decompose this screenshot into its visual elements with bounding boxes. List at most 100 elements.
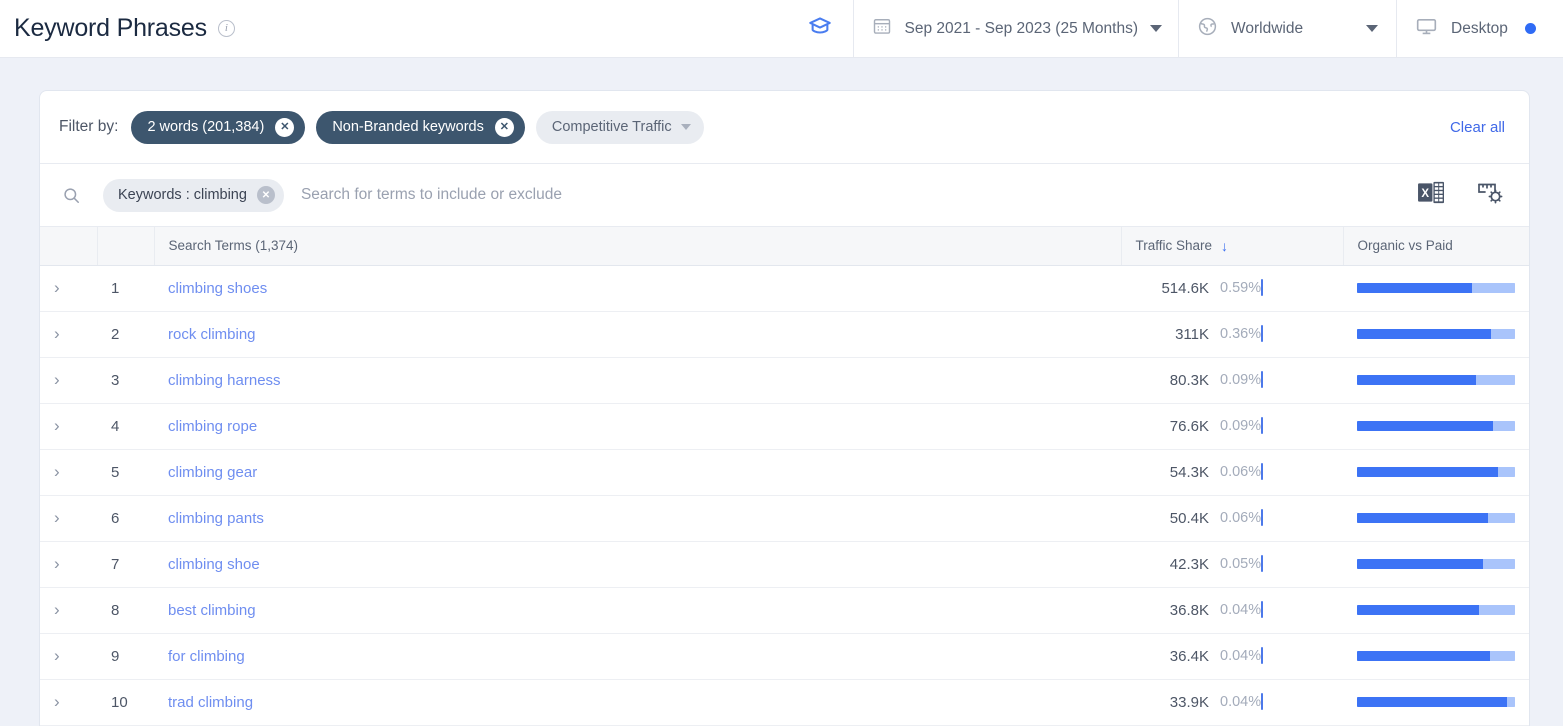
row-organic-vs-paid <box>1343 357 1529 404</box>
organic-vs-paid-bar <box>1357 605 1515 615</box>
table-row[interactable]: › 4 climbing rope 76.6K 0.09% <box>40 403 1529 450</box>
row-rank: 8 <box>97 587 154 634</box>
chevron-right-icon: › <box>54 324 60 343</box>
chevron-right-icon: › <box>54 416 60 435</box>
chevron-right-icon: › <box>54 600 60 619</box>
table-row[interactable]: › 2 rock climbing 311K 0.36% <box>40 311 1529 358</box>
table-settings-icon[interactable] <box>1477 180 1505 211</box>
chevron-down-icon <box>680 124 691 130</box>
excel-export-icon[interactable]: X <box>1418 180 1445 210</box>
expand-row-button[interactable]: › <box>40 587 97 634</box>
row-search-term[interactable]: climbing pants <box>154 495 1121 542</box>
desktop-icon <box>1415 15 1438 43</box>
organic-vs-paid-bar <box>1357 697 1515 707</box>
expand-row-button[interactable]: › <box>40 265 97 312</box>
info-icon[interactable]: i <box>217 20 235 37</box>
calendar-icon <box>872 16 892 41</box>
row-rank: 6 <box>97 495 154 542</box>
row-traffic-share: 42.3K 0.05% <box>1121 541 1343 588</box>
table-row[interactable]: › 6 climbing pants 50.4K 0.06% <box>40 495 1529 542</box>
close-icon[interactable]: ✕ <box>275 117 295 137</box>
search-term-link[interactable]: trad climbing <box>168 694 253 711</box>
geo-selector[interactable]: Worldwide <box>1178 0 1396 57</box>
filter-chip-word-count[interactable]: 2 words (201,384) ✕ <box>131 110 306 144</box>
row-traffic-share: 36.4K 0.04% <box>1121 633 1343 680</box>
row-traffic-share-pct: 0.04% <box>1220 602 1262 619</box>
table-row[interactable]: › 10 trad climbing 33.9K 0.04% <box>40 679 1529 726</box>
row-traffic-share: 33.9K 0.04% <box>1121 679 1343 726</box>
table-body: › 1 climbing shoes 514.6K 0.59% › 2 rock climbi… <box>40 265 1529 726</box>
filter-by-label: Filter by: <box>59 118 119 135</box>
row-traffic-share: 76.6K 0.09% <box>1121 403 1343 450</box>
search-term-link[interactable]: climbing shoes <box>168 280 267 297</box>
expand-row-button[interactable]: › <box>40 633 97 680</box>
table-row[interactable]: › 1 climbing shoes 514.6K 0.59% <box>40 265 1529 312</box>
organic-vs-paid-bar <box>1357 513 1515 523</box>
table-row[interactable]: › 5 climbing gear 54.3K 0.06% <box>40 449 1529 496</box>
row-search-term[interactable]: climbing harness <box>154 357 1121 404</box>
filter-chip-non-branded[interactable]: Non-Branded keywords ✕ <box>316 110 525 144</box>
close-icon[interactable]: ✕ <box>494 117 514 137</box>
content-card: Filter by: 2 words (201,384) ✕ Non-Brand… <box>40 91 1529 726</box>
geo-label: Worldwide <box>1231 19 1304 37</box>
row-search-term[interactable]: climbing rope <box>154 403 1121 450</box>
row-traffic-share-pct: 0.05% <box>1220 556 1262 573</box>
row-traffic-volume: 33.9K <box>1169 693 1209 711</box>
chevron-right-icon: › <box>54 646 60 665</box>
filter-chip-label: Non-Branded keywords <box>332 119 484 135</box>
device-selector[interactable]: Desktop <box>1396 0 1563 57</box>
row-traffic-share-pct: 0.09% <box>1220 418 1262 435</box>
search-term-link[interactable]: best climbing <box>168 602 256 619</box>
row-search-term[interactable]: climbing shoe <box>154 541 1121 588</box>
expand-row-button[interactable]: › <box>40 495 97 542</box>
row-traffic-volume: 42.3K <box>1169 555 1209 573</box>
row-traffic-share: 50.4K 0.06% <box>1121 495 1343 542</box>
expand-row-button[interactable]: › <box>40 541 97 588</box>
row-search-term[interactable]: best climbing <box>154 587 1121 634</box>
search-term-link[interactable]: climbing pants <box>168 510 264 527</box>
row-search-term[interactable]: climbing gear <box>154 449 1121 496</box>
table-row[interactable]: › 8 best climbing 36.8K 0.04% <box>40 587 1529 634</box>
academy-button[interactable] <box>787 0 853 57</box>
expand-row-button[interactable]: › <box>40 449 97 496</box>
row-rank: 9 <box>97 633 154 680</box>
row-rank: 4 <box>97 403 154 450</box>
sort-desc-icon: ↓ <box>1221 237 1229 254</box>
table-row[interactable]: › 3 climbing harness 80.3K 0.09% <box>40 357 1529 404</box>
row-organic-vs-paid <box>1343 265 1529 312</box>
row-rank: 3 <box>97 357 154 404</box>
row-organic-vs-paid <box>1343 403 1529 450</box>
table-row[interactable]: › 9 for climbing 36.4K 0.04% <box>40 633 1529 680</box>
row-search-term[interactable]: for climbing <box>154 633 1121 680</box>
expand-row-button[interactable]: › <box>40 403 97 450</box>
row-traffic-share-pct: 0.36% <box>1220 326 1262 343</box>
search-term-link[interactable]: for climbing <box>168 648 245 665</box>
col-header-search-terms[interactable]: Search Terms (1,374) <box>154 227 1122 266</box>
search-term-link[interactable]: climbing gear <box>168 464 257 481</box>
close-icon[interactable]: ✕ <box>256 186 275 204</box>
row-search-term[interactable]: trad climbing <box>154 679 1121 726</box>
search-term-link[interactable]: rock climbing <box>168 326 256 343</box>
table-row[interactable]: › 7 climbing shoe 42.3K 0.05% <box>40 541 1529 588</box>
chevron-down-icon <box>1366 25 1378 32</box>
search-term-link[interactable]: climbing harness <box>168 372 281 389</box>
graduation-cap-icon <box>807 13 833 44</box>
col-header-traffic-share[interactable]: Traffic Share ↓ <box>1121 227 1344 266</box>
col-header-organic-vs-paid[interactable]: Organic vs Paid <box>1343 227 1529 266</box>
search-term-link[interactable]: climbing shoe <box>168 556 260 573</box>
search-keyword-chip[interactable]: Keywords : climbing ✕ <box>103 178 284 212</box>
expand-row-button[interactable]: › <box>40 357 97 404</box>
row-traffic-volume: 80.3K <box>1169 371 1209 389</box>
filter-dropdown-competitive-traffic[interactable]: Competitive Traffic <box>535 110 704 144</box>
expand-row-button[interactable]: › <box>40 311 97 358</box>
row-traffic-volume: 36.4K <box>1169 647 1209 665</box>
clear-all-button[interactable]: Clear all <box>1450 119 1505 136</box>
search-input[interactable] <box>300 186 1418 204</box>
row-search-term[interactable]: rock climbing <box>154 311 1121 358</box>
date-range-selector[interactable]: Sep 2021 - Sep 2023 (25 Months) <box>853 0 1178 57</box>
search-term-link[interactable]: climbing rope <box>168 418 257 435</box>
row-search-term[interactable]: climbing shoes <box>154 265 1121 312</box>
row-organic-vs-paid <box>1343 633 1529 680</box>
expand-row-button[interactable]: › <box>40 679 97 726</box>
row-rank: 1 <box>97 265 154 312</box>
